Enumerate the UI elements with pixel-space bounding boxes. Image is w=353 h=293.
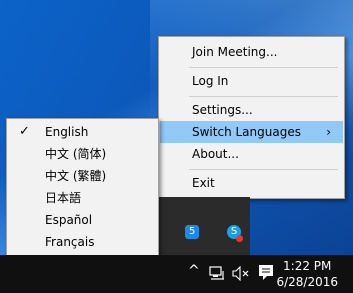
language-label: Français [45,235,95,249]
status-badge [236,235,243,242]
tray-context-menu: Join Meeting... Log In Settings... Switc… [158,36,345,199]
tray-overflow-flyout: 5 S [157,197,250,255]
menu-item-log-in[interactable]: Log In [159,70,344,92]
taskbar: ^ 1:22 PM 6/28/2016 [0,255,353,293]
language-item-chinese-simplified[interactable]: 中文 (简体) [7,143,158,165]
language-label: English [45,125,89,139]
menu-separator [189,169,338,170]
show-hidden-icons-chevron-up-icon[interactable]: ^ [188,263,200,279]
menu-item-exit[interactable]: Exit [159,172,344,194]
clock-date: 6/28/2016 [276,275,338,289]
language-label: Español [45,213,93,227]
menu-item-label: Join Meeting... [192,45,278,59]
menu-separator [189,67,338,68]
5-badge-icon[interactable]: 5 [185,225,199,239]
language-item-french[interactable]: Français [7,231,158,253]
language-label: 日本語 [45,191,82,205]
muted-volume-icon[interactable] [232,266,250,281]
language-label: 中文 (繁體) [45,169,107,183]
language-item-spanish[interactable]: Español [7,209,158,231]
language-item-chinese-traditional[interactable]: 中文 (繁體) [7,165,158,187]
action-center-icon[interactable] [258,264,274,281]
menu-item-label: Settings... [192,103,253,117]
menu-item-label: Exit [192,176,215,190]
menu-item-join-meeting[interactable]: Join Meeting... [159,41,344,63]
language-label: 中文 (简体) [45,147,107,161]
menu-item-label: Log In [192,74,229,88]
menu-separator [189,96,338,97]
clock-time: 1:22 PM [283,259,332,273]
languages-submenu: ✓ English 中文 (简体) 中文 (繁體) 日本語 Español Fr… [6,118,159,257]
menu-item-label: About... [192,147,239,161]
system-clock[interactable]: 1:22 PM 6/28/2016 [276,258,338,290]
network-icon[interactable] [209,266,225,281]
chevron-right-icon: › [326,125,331,139]
menu-item-switch-languages[interactable]: Switch Languages › [160,121,343,143]
menu-item-label: Switch Languages [192,125,301,139]
language-item-japanese[interactable]: 日本語 [7,187,158,209]
language-item-english[interactable]: ✓ English [7,121,158,143]
menu-item-about[interactable]: About... [159,143,344,165]
checkmark-icon: ✓ [19,124,30,139]
menu-item-settings[interactable]: Settings... [159,99,344,121]
